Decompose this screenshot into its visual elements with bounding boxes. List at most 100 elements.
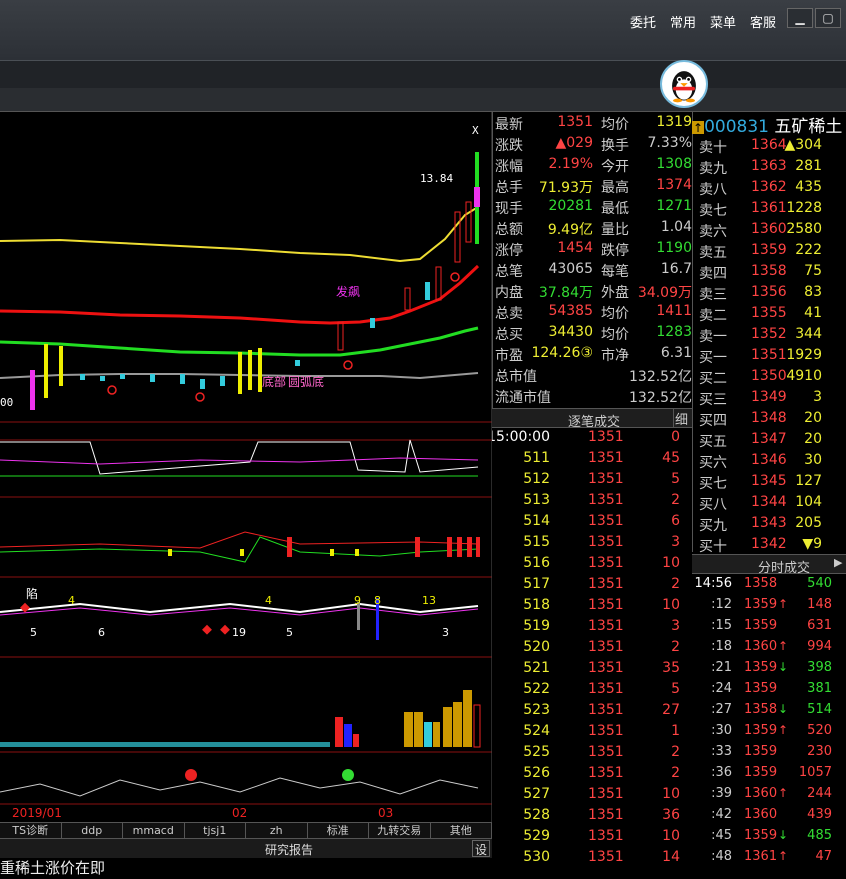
quote-value: ▲029 [555,135,594,151]
news-ticker[interactable]: 重稀土涨价在即 [0,858,492,879]
tab-ddp[interactable]: ddp [62,823,123,838]
book-price: 1356 [751,284,787,300]
time-trade-time: :15 [711,618,732,633]
time-trade-row: :15 1359 631 [692,617,846,638]
time-trade-volume: 1057 [798,765,832,780]
trade-row: 526 1351 2 [492,764,692,785]
smile-icon [185,769,197,781]
buy-level[interactable]: 买三 1349 3 [693,388,846,409]
bottom-label: 底部 [262,374,286,389]
menu-item-common[interactable]: 常用 [670,12,696,31]
qq-penguin-icon[interactable] [660,60,708,108]
time-trade-row: :48 1361 ↑ 47 [692,848,846,869]
buy-level[interactable]: 买五 1347 20 [693,430,846,451]
time-trade-volume: 520 [807,723,832,738]
minimize-button[interactable]: ▁ [787,8,813,28]
trade-time: 517 [523,576,550,592]
buy-level[interactable]: 买九 1343 205 [693,514,846,535]
time-trade-volume: 381 [807,681,832,696]
trade-time: 518 [523,597,550,613]
book-label: 卖五 [699,245,727,261]
book-volume: 127 [795,473,822,489]
time-trade-row: :30 1359 ↑ 520 [692,722,846,743]
buy-level[interactable]: 买四 1348 20 [693,409,846,430]
menu-item-delegate[interactable]: 委托 [630,12,656,31]
detail-button[interactable]: 细 [673,409,689,428]
sell-level[interactable]: 卖四 1358 75 [693,262,846,283]
sell-level[interactable]: 卖九 1363 281 [693,157,846,178]
tab-nine-turn[interactable]: 九转交易 [369,823,431,838]
book-label: 卖三 [699,287,727,303]
sell-level[interactable]: 卖七 1361 1228 [693,199,846,220]
trade-row: 523 1351 27 [492,701,692,722]
trade-row: 513 1351 2 [492,491,692,512]
sell-level[interactable]: 卖五 1359 222 [693,241,846,262]
quote-row: 总卖 54385 均价 1411 [493,302,693,323]
settings-button[interactable]: 设 [472,840,490,857]
sell-level[interactable]: 卖一 1352 344 [693,325,846,346]
quote-row: 现手 20281 最低 1271 [493,197,693,218]
tab-standard[interactable]: 标准 [308,823,369,838]
quote-value: 34.09万 [637,285,692,301]
book-volume: 222 [795,242,822,258]
quote-value: 1271 [656,198,692,214]
restore-button[interactable]: ▢ [815,8,841,28]
time-trade-price: 1359 [744,618,778,633]
sell-level[interactable]: 卖六 1360 2580 [693,220,846,241]
trade-time: 527 [523,786,550,802]
time-trade-volume: 244 [807,786,832,801]
buy-level[interactable]: 买二 1350 4910 [693,367,846,388]
menu-item-service[interactable]: 客服 [750,12,776,31]
time-trade-list[interactable]: 14:56 1358 540:12 1359 ↑ 148:15 1359 631:18 1360… [692,574,846,879]
scroll-right-icon[interactable]: ▶ [834,556,846,573]
trade-volume: 10 [662,786,680,802]
book-volume: ▲304 [784,137,823,153]
buy-level[interactable]: 买一 1351 1929 [693,346,846,367]
buy-level[interactable]: 买八 1344 104 [693,493,846,514]
tab-other[interactable]: 其他 [431,823,492,838]
time-trade-volume: 148 [807,597,832,612]
trade-price: 1351 [588,744,624,760]
book-volume: 83 [804,284,822,300]
quote-row: 总额 9.49亿 量比 1.04 [493,218,693,239]
quote-row: 涨幅 2.19% 今开 1308 [493,155,693,176]
menu-item-menu[interactable]: 菜单 [710,12,736,31]
tab-tjsj1[interactable]: tjsj1 [185,823,246,838]
trade-row: 15:00:00 1351 0 [492,428,692,449]
book-volume: 75 [804,263,822,279]
quote-key: 流通市值 [495,390,551,406]
trade-row: 525 1351 2 [492,743,692,764]
stock-code: 000831 [704,117,769,134]
quote-key: 跌停 [601,243,629,259]
kline-chart[interactable]: 13.84 X 00 发飙 底部 圆弧底 陷 4 4 9 8 13 5 6 5 … [0,112,492,822]
tab-ts-diagnosis[interactable]: TS诊断 [0,823,62,838]
trade-price: 1351 [588,471,624,487]
quote-key: 总买 [495,327,523,343]
buy-level[interactable]: 买十 1342 ▼9 [693,535,846,556]
ind3-label-7: 6 [98,626,105,639]
tab-mmacd[interactable]: mmacd [123,823,185,838]
quote-value: 7.33% [647,135,692,151]
quote-key: 总额 [495,222,523,238]
quote-row: 总买 34430 均价 1283 [493,323,693,344]
tab-zh[interactable]: zh [246,823,308,838]
buy-level[interactable]: 买七 1345 127 [693,472,846,493]
trade-list[interactable]: 15:00:00 1351 0 511 1351 45 512 1351 5 513 1351 2 51… [492,428,692,879]
trade-list-header: 逐笔成交 细 [492,408,692,430]
trade-time: 15:00:00 [492,429,550,445]
buy-level[interactable]: 买六 1346 30 [693,451,846,472]
trade-volume: 5 [671,681,680,697]
report-title[interactable]: 研究报告 [265,841,313,858]
sell-level[interactable]: 卖十 1364 ▲304 [693,136,846,157]
book-volume: ▼9 [802,536,822,552]
sell-level[interactable]: 卖三 1356 83 [693,283,846,304]
book-volume: 344 [795,326,822,342]
sell-level[interactable]: 卖二 1355 41 [693,304,846,325]
quote-key: 涨幅 [495,159,523,175]
ind3-label-5: 13 [422,594,436,607]
trade-time: 526 [523,765,550,781]
book-label: 买二 [699,371,727,387]
trade-price: 1351 [588,429,624,445]
sell-level[interactable]: 卖八 1362 435 [693,178,846,199]
time-trade-time: :18 [711,639,732,654]
